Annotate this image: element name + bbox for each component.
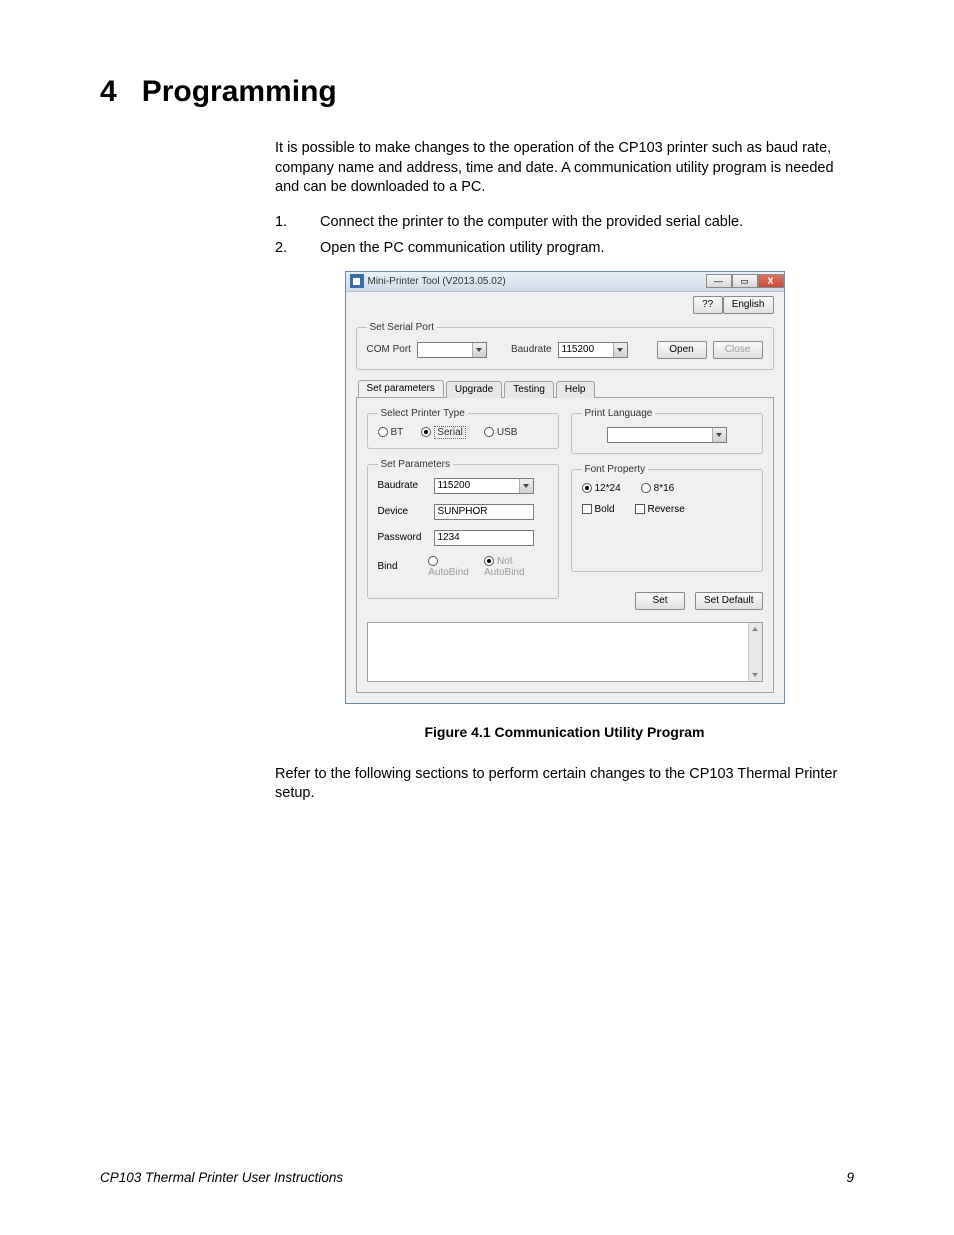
figure-caption: Figure 4.1 Communication Utility Program	[275, 724, 854, 740]
set-default-button[interactable]: Set Default	[695, 592, 762, 610]
chevron-down-icon[interactable]	[472, 343, 486, 357]
printer-type-group: Select Printer Type BT Serial USB	[367, 408, 559, 449]
baudrate-select[interactable]: 115200	[558, 342, 628, 358]
print-lang-select[interactable]	[607, 427, 727, 443]
print-lang-legend: Print Language	[582, 408, 656, 419]
com-port-label: COM Port	[367, 344, 411, 355]
param-baud-select[interactable]: 115200	[434, 478, 534, 494]
app-window: Mini-Printer Tool (V2013.05.02) — ▭ X ??…	[345, 271, 785, 704]
page-footer: CP103 Thermal Printer User Instructions …	[100, 1170, 854, 1185]
tab-panel: Select Printer Type BT Serial USB Set Pa…	[356, 397, 774, 693]
window-title: Mini-Printer Tool (V2013.05.02)	[368, 276, 706, 287]
radio-bt[interactable]: BT	[378, 427, 404, 438]
chapter-heading: 4 Programming	[100, 75, 854, 109]
scroll-up-icon[interactable]	[749, 623, 761, 635]
print-language-group: Print Language	[571, 408, 763, 454]
radio-8x16[interactable]: 8*16	[641, 483, 675, 494]
tab-testing[interactable]: Testing	[504, 381, 554, 398]
titlebar[interactable]: Mini-Printer Tool (V2013.05.02) — ▭ X	[346, 272, 784, 292]
minimize-button[interactable]: —	[706, 274, 732, 288]
step-number: 2.	[275, 240, 290, 256]
log-textarea[interactable]	[367, 622, 763, 682]
font-property-group: Font Property 12*24 8*16 Bold Reverse	[571, 464, 763, 572]
app-icon	[350, 274, 364, 288]
radio-notautobind: Not AutoBind	[484, 556, 548, 578]
printer-type-legend: Select Printer Type	[378, 408, 468, 419]
step-text: Open the PC communication utility progra…	[320, 240, 605, 256]
scrollbar[interactable]	[748, 623, 762, 681]
tab-help[interactable]: Help	[556, 381, 595, 398]
step-list: 1. Connect the printer to the computer w…	[275, 214, 854, 256]
set-params-legend: Set Parameters	[378, 459, 453, 470]
param-password-label: Password	[378, 532, 426, 543]
chevron-down-icon[interactable]	[519, 479, 533, 493]
radio-autobind: AutoBind	[428, 556, 476, 578]
font-legend: Font Property	[582, 464, 649, 475]
help-button[interactable]: ??	[693, 296, 723, 314]
close-button[interactable]: X	[758, 274, 784, 288]
tab-bar: Set parameters Upgrade Testing Help	[356, 380, 774, 398]
outro-paragraph: Refer to the following sections to perfo…	[275, 765, 854, 804]
language-button[interactable]: English	[723, 296, 774, 314]
com-port-select[interactable]	[417, 342, 487, 358]
step-number: 1.	[275, 214, 290, 230]
baudrate-label: Baudrate	[511, 344, 552, 355]
maximize-button[interactable]: ▭	[732, 274, 758, 288]
intro-paragraph: It is possible to make changes to the op…	[275, 139, 854, 198]
check-reverse[interactable]: Reverse	[635, 504, 685, 515]
open-button[interactable]: Open	[657, 341, 707, 359]
param-baud-label: Baudrate	[378, 480, 426, 491]
chevron-down-icon[interactable]	[712, 428, 726, 442]
serial-port-group: Set Serial Port COM Port Baudrate 115200	[356, 322, 774, 370]
radio-usb[interactable]: USB	[484, 427, 518, 438]
close-port-button: Close	[713, 341, 763, 359]
device-input[interactable]: SUNPHOR	[434, 504, 534, 520]
chapter-title: Programming	[142, 75, 337, 109]
list-item: 1. Connect the printer to the computer w…	[275, 214, 854, 230]
chevron-down-icon[interactable]	[613, 343, 627, 357]
tab-set-parameters[interactable]: Set parameters	[358, 380, 444, 397]
check-bold[interactable]: Bold	[582, 504, 615, 515]
footer-title: CP103 Thermal Printer User Instructions	[100, 1170, 343, 1185]
radio-12x24[interactable]: 12*24	[582, 483, 621, 494]
password-input[interactable]: 1234	[434, 530, 534, 546]
list-item: 2. Open the PC communication utility pro…	[275, 240, 854, 256]
param-bind-label: Bind	[378, 561, 421, 572]
scroll-down-icon[interactable]	[749, 669, 761, 681]
page-number: 9	[846, 1170, 854, 1185]
chapter-number: 4	[100, 75, 117, 109]
set-button[interactable]: Set	[635, 592, 685, 610]
serial-legend: Set Serial Port	[367, 322, 437, 333]
tab-upgrade[interactable]: Upgrade	[446, 381, 502, 398]
radio-serial[interactable]: Serial	[421, 427, 466, 438]
param-device-label: Device	[378, 506, 426, 517]
step-text: Connect the printer to the computer with…	[320, 214, 743, 230]
set-parameters-group: Set Parameters Baudrate 115200 Dev	[367, 459, 559, 599]
